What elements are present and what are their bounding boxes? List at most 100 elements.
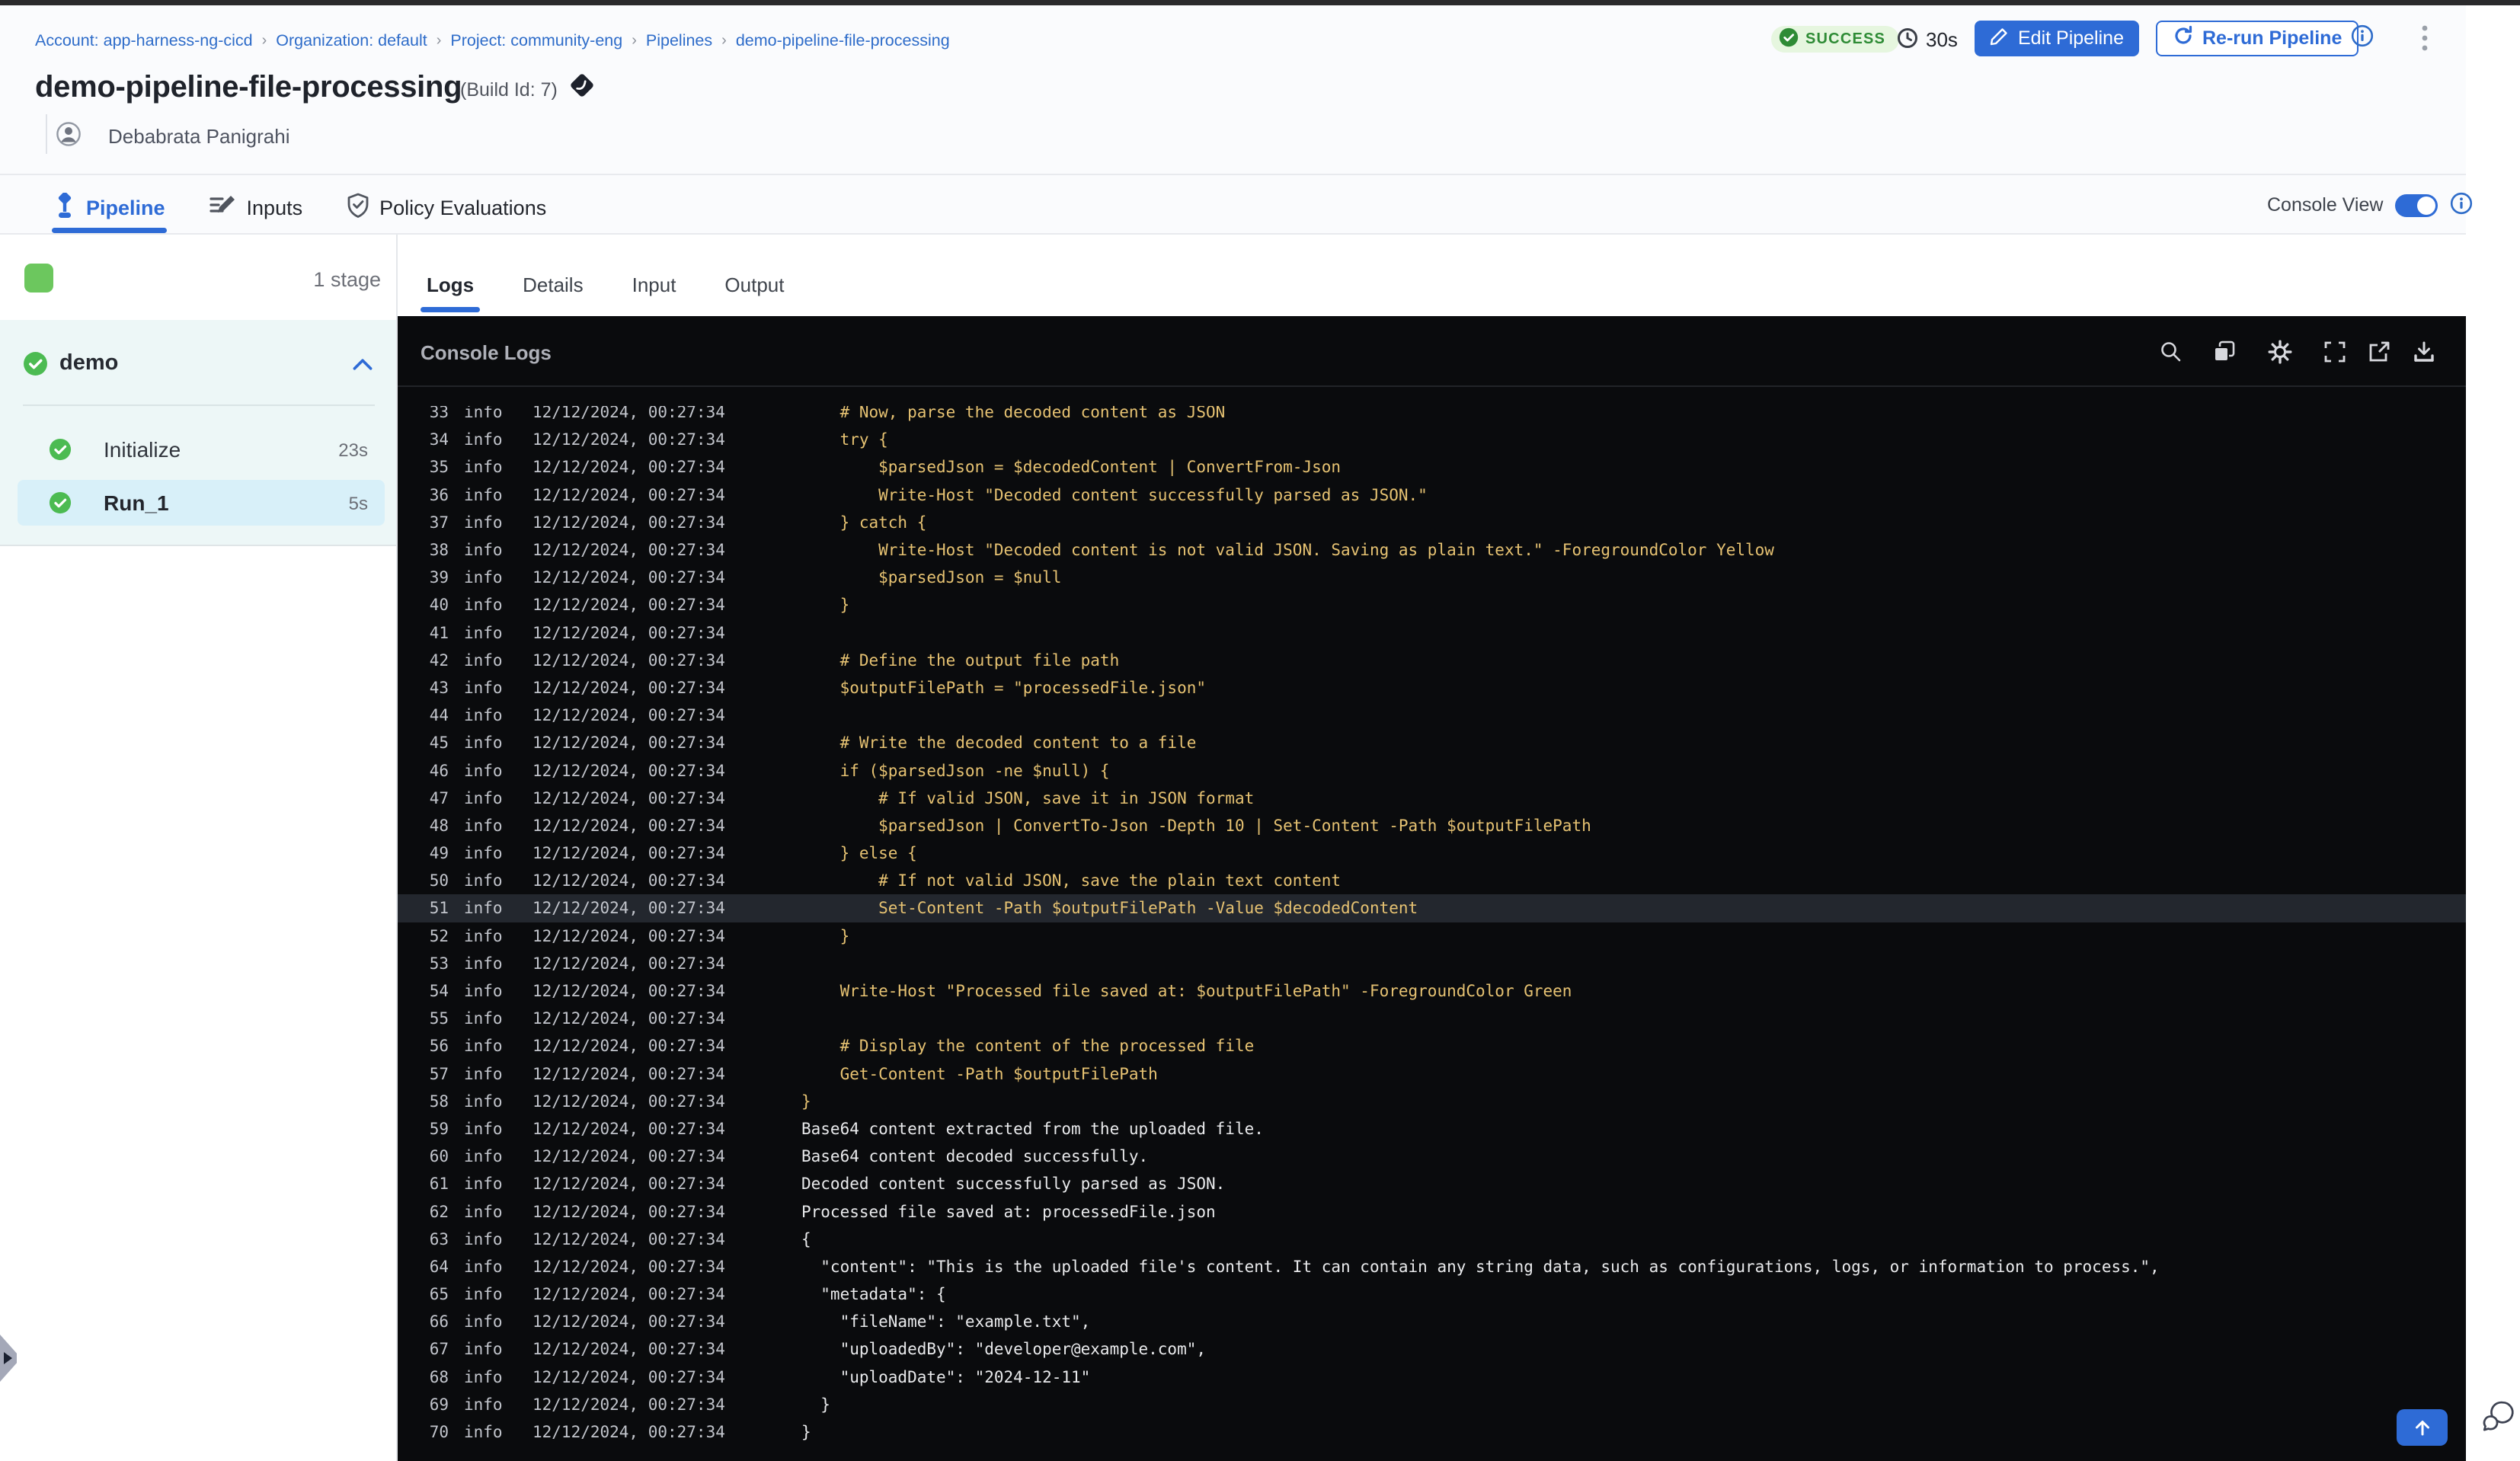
fullscreen-icon[interactable] — [2322, 339, 2348, 365]
breadcrumb-link[interactable]: Organization: default — [276, 31, 427, 50]
scroll-to-top-button[interactable] — [2397, 1409, 2448, 1446]
log-row[interactable]: 63 info 12/12/2024, 00:27:34 { — [398, 1226, 2466, 1253]
breadcrumb-separator: › — [436, 31, 442, 49]
log-line-number: 49 — [429, 844, 449, 863]
log-row[interactable]: 64 info 12/12/2024, 00:27:34 "content": "T… — [398, 1253, 2466, 1280]
breadcrumb-link[interactable]: Project: community-eng — [450, 31, 622, 50]
log-timestamp: 12/12/2024, 00:27:34 — [532, 982, 725, 1001]
log-message: } — [801, 1395, 830, 1414]
log-message: $parsedJson = $null — [801, 568, 1062, 587]
console-header-divider — [398, 385, 2466, 387]
log-row[interactable]: 47 info 12/12/2024, 00:27:34 # If valid JS… — [398, 785, 2466, 812]
log-tab-input[interactable]: Input — [632, 257, 676, 312]
download-icon[interactable] — [2411, 339, 2437, 365]
log-row[interactable]: 62 info 12/12/2024, 00:27:34 Processed file… — [398, 1197, 2466, 1225]
breadcrumb-link[interactable]: Account: app-harness-ng-cicd — [35, 31, 253, 50]
log-row[interactable]: 39 info 12/12/2024, 00:27:34 $parsedJson =… — [398, 564, 2466, 591]
log-row[interactable]: 52 info 12/12/2024, 00:27:34 } — [398, 922, 2466, 950]
copy-icon[interactable] — [2211, 339, 2237, 365]
execution-info-icon[interactable] — [2351, 24, 2374, 51]
open-in-new-icon[interactable] — [2366, 339, 2392, 365]
log-row[interactable]: 40 info 12/12/2024, 00:27:34 } — [398, 591, 2466, 619]
status-label: SUCCESS — [1805, 30, 1886, 47]
log-row[interactable]: 56 info 12/12/2024, 00:27:34 # Display the… — [398, 1032, 2466, 1060]
log-row[interactable]: 68 info 12/12/2024, 00:27:34 "uploadDate":… — [398, 1363, 2466, 1391]
log-row[interactable]: 65 info 12/12/2024, 00:27:34 "metadata": { — [398, 1280, 2466, 1308]
chevron-up-icon[interactable] — [352, 358, 373, 375]
breadcrumb-link[interactable]: Pipelines — [646, 31, 712, 50]
log-tab-details[interactable]: Details — [523, 257, 583, 312]
log-row[interactable]: 58 info 12/12/2024, 00:27:34} — [398, 1088, 2466, 1115]
log-row[interactable]: 48 info 12/12/2024, 00:27:34 $parsedJson |… — [398, 812, 2466, 839]
step-row-run_1[interactable]: Run_1 5s — [18, 480, 385, 526]
log-level: info — [464, 1340, 503, 1359]
log-row[interactable]: 59 info 12/12/2024, 00:27:34 Base64 content… — [398, 1115, 2466, 1143]
log-row[interactable]: 57 info 12/12/2024, 00:27:34 Get-Content -… — [398, 1060, 2466, 1088]
log-row[interactable]: 67 info 12/12/2024, 00:27:34 "uploadedBy":… — [398, 1335, 2466, 1363]
duration-display: 30s — [1897, 27, 1958, 53]
breadcrumb-link[interactable]: demo-pipeline-file-processing — [736, 31, 950, 50]
log-level: info — [464, 1009, 503, 1028]
log-row[interactable]: 53 info 12/12/2024, 00:27:34 — [398, 950, 2466, 977]
log-level: info — [464, 954, 503, 973]
log-row[interactable]: 51 info 12/12/2024, 00:27:34 Set-Content -… — [398, 894, 2466, 922]
log-row[interactable]: 41 info 12/12/2024, 00:27:34 — [398, 619, 2466, 647]
edit-pipeline-button[interactable]: Edit Pipeline — [1975, 21, 2139, 56]
log-timestamp: 12/12/2024, 00:27:34 — [532, 788, 725, 807]
stage-count-label: 1 stage — [313, 268, 381, 291]
log-tab-logs[interactable]: Logs — [420, 257, 481, 312]
log-timestamp: 12/12/2024, 00:27:34 — [532, 1119, 725, 1138]
log-row[interactable]: 60 info 12/12/2024, 00:27:34 Base64 content… — [398, 1143, 2466, 1170]
log-timestamp: 12/12/2024, 00:27:34 — [532, 1312, 725, 1332]
console-view-info-icon[interactable] — [2450, 192, 2473, 219]
log-row[interactable]: 46 info 12/12/2024, 00:27:34 if ($parsedJs… — [398, 756, 2466, 784]
help-chat-icon[interactable] — [2480, 1400, 2517, 1439]
console-view-toggle[interactable] — [2395, 193, 2438, 217]
log-row[interactable]: 37 info 12/12/2024, 00:27:34 } catch { — [398, 509, 2466, 536]
tab-inputs[interactable]: Inputs — [209, 183, 303, 233]
log-row[interactable]: 36 info 12/12/2024, 00:27:34 Write-Host "D… — [398, 481, 2466, 509]
log-row[interactable]: 44 info 12/12/2024, 00:27:34 — [398, 702, 2466, 729]
settings-icon[interactable] — [2267, 339, 2293, 365]
log-row[interactable]: 42 info 12/12/2024, 00:27:34 # Define the … — [398, 647, 2466, 674]
log-row[interactable]: 61 info 12/12/2024, 00:27:34 Decoded conten… — [398, 1170, 2466, 1197]
log-row[interactable]: 54 info 12/12/2024, 00:27:34 Write-Host "P… — [398, 977, 2466, 1005]
tab-label: Inputs — [246, 196, 303, 219]
step-duration: 23s — [338, 440, 368, 461]
edit-pipeline-label: Edit Pipeline — [2018, 27, 2124, 49]
log-timestamp: 12/12/2024, 00:27:34 — [532, 1175, 725, 1194]
more-options-menu[interactable] — [2416, 23, 2433, 57]
tab-pipeline[interactable]: Pipeline — [52, 183, 167, 233]
log-row[interactable]: 70 info 12/12/2024, 00:27:34} — [398, 1418, 2466, 1446]
log-row[interactable]: 55 info 12/12/2024, 00:27:34 — [398, 1005, 2466, 1032]
step-duration: 5s — [348, 494, 368, 514]
log-line-number: 35 — [429, 458, 449, 477]
search-icon[interactable] — [2158, 339, 2184, 365]
step-row-initialize[interactable]: Initialize 23s — [18, 427, 385, 472]
log-row[interactable]: 66 info 12/12/2024, 00:27:34 "fileName": "… — [398, 1308, 2466, 1335]
log-row[interactable]: 43 info 12/12/2024, 00:27:34 $outputFilePa… — [398, 674, 2466, 702]
author-divider — [46, 114, 47, 154]
log-row[interactable]: 33 info 12/12/2024, 00:27:34 # Now, parse … — [398, 406, 2466, 426]
log-line-number: 50 — [429, 871, 449, 890]
log-row[interactable]: 38 info 12/12/2024, 00:27:34 Write-Host "D… — [398, 536, 2466, 564]
stage-row-demo[interactable]: demo — [0, 341, 396, 387]
log-row[interactable]: 34 info 12/12/2024, 00:27:34 try { — [398, 426, 2466, 453]
tab-policy-evaluations[interactable]: Policy Evaluations — [347, 183, 546, 233]
log-message: # Now, parse the decoded content as JSON — [801, 406, 1226, 422]
log-level: info — [464, 568, 503, 587]
log-level: info — [464, 541, 503, 560]
log-row[interactable]: 50 info 12/12/2024, 00:27:34 # If not vali… — [398, 867, 2466, 894]
log-level: info — [464, 485, 503, 504]
log-level: info — [464, 1092, 503, 1111]
log-row[interactable]: 49 info 12/12/2024, 00:27:34 } else { — [398, 839, 2466, 867]
log-row[interactable]: 35 info 12/12/2024, 00:27:34 $parsedJson =… — [398, 453, 2466, 481]
log-timestamp: 12/12/2024, 00:27:34 — [532, 1285, 725, 1304]
log-row[interactable]: 69 info 12/12/2024, 00:27:34 } — [398, 1391, 2466, 1418]
rerun-pipeline-button[interactable]: Re-run Pipeline — [2156, 21, 2359, 56]
log-row[interactable]: 45 info 12/12/2024, 00:27:34 # Write the d… — [398, 729, 2466, 756]
log-tab-output[interactable]: Output — [724, 257, 784, 312]
log-message: # Write the decoded content to a file — [801, 734, 1197, 753]
log-line-number: 55 — [429, 1009, 449, 1028]
log-message: Processed file saved at: processedFile.j… — [801, 1202, 1216, 1221]
